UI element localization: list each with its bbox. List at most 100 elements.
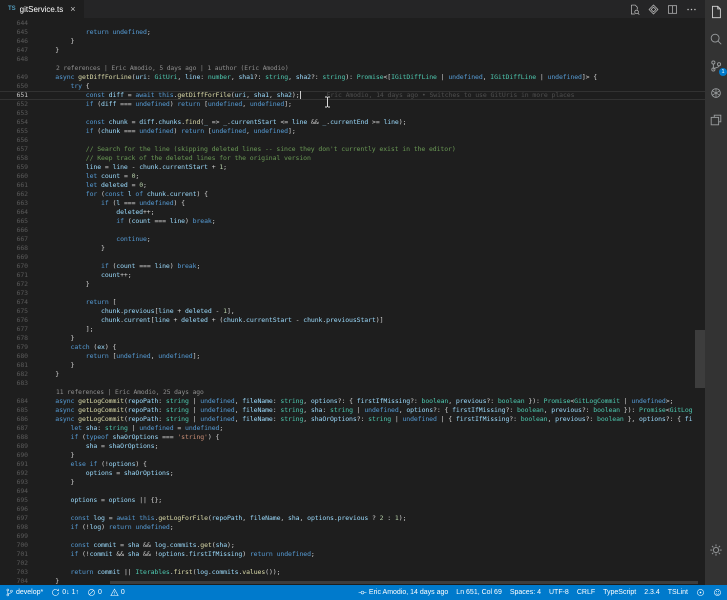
line-number[interactable]: 687 (0, 424, 32, 433)
code-line[interactable]: 675 chunk.previous[line + deleted - 1], (0, 307, 705, 316)
code-line[interactable]: 666 (0, 226, 705, 235)
code-line[interactable]: 703 return commit || Iterables.first(log… (0, 568, 705, 577)
debug-icon[interactable] (709, 86, 723, 100)
line-number[interactable]: 678 (0, 334, 32, 343)
line-number[interactable]: 661 (0, 181, 32, 190)
code-line[interactable]: 698 if (!log) return undefined; (0, 523, 705, 532)
code-line[interactable]: 670 if (count === line) break; (0, 262, 705, 271)
line-number[interactable]: 679 (0, 343, 32, 352)
search-icon[interactable] (709, 32, 723, 46)
line-number[interactable]: 703 (0, 568, 32, 577)
line-number[interactable]: 670 (0, 262, 32, 271)
code-line[interactable]: 660 let count = 0; (0, 172, 705, 181)
line-number[interactable]: 699 (0, 532, 32, 541)
extensions-icon[interactable] (709, 113, 723, 127)
code-line[interactable]: 677 ]; (0, 325, 705, 334)
code-line[interactable]: 690 } (0, 451, 705, 460)
statusbar-eol[interactable]: CRLF (577, 589, 595, 596)
statusbar-blame-annotation[interactable]: Eric Amodio, 14 days ago (358, 588, 448, 597)
line-number[interactable]: 702 (0, 559, 32, 568)
statusbar-tslint-status[interactable]: TSLint (668, 589, 688, 596)
statusbar-errors[interactable]: 0 (87, 588, 102, 597)
code-line[interactable]: 662 for (const l of chunk.current) { (0, 190, 705, 199)
line-number[interactable]: 649 (0, 73, 32, 82)
code-line[interactable]: 682 } (0, 370, 705, 379)
code-line[interactable]: 644 (0, 19, 705, 28)
line-number[interactable]: 671 (0, 271, 32, 280)
code-line[interactable]: 661 let deleted = 0; (0, 181, 705, 190)
code-line[interactable]: 678 } (0, 334, 705, 343)
code-line[interactable]: 702 (0, 559, 705, 568)
statusbar-warnings[interactable]: 0 (110, 588, 125, 597)
line-number[interactable]: 698 (0, 523, 32, 532)
code-line[interactable]: 681 } (0, 361, 705, 370)
line-number[interactable]: 676 (0, 316, 32, 325)
line-number[interactable]: 644 (0, 19, 32, 28)
line-number[interactable]: 657 (0, 145, 32, 154)
line-number[interactable]: 686 (0, 415, 32, 424)
code-line[interactable]: 665 if (count === line) break; (0, 217, 705, 226)
line-number[interactable]: 651 (0, 91, 32, 100)
source-control-icon[interactable]: 1 (709, 59, 727, 76)
code-line[interactable]: 673 (0, 289, 705, 298)
statusbar-indentation[interactable]: Spaces: 4 (510, 589, 541, 596)
line-number[interactable]: 660 (0, 172, 32, 181)
line-number[interactable]: 683 (0, 379, 32, 388)
line-number[interactable]: 653 (0, 109, 32, 118)
line-number[interactable]: 701 (0, 550, 32, 559)
statusbar-cursor-position[interactable]: Ln 651, Col 69 (456, 589, 502, 596)
codelens[interactable]: 11 references | Eric Amodio, 25 days ago (0, 388, 705, 397)
line-number[interactable]: 673 (0, 289, 32, 298)
codelens-text[interactable]: 11 references | Eric Amodio, 25 days ago (32, 388, 705, 397)
code-line[interactable]: 647 } (0, 46, 705, 55)
code-line[interactable]: 701 if (!commit && sha && !options.first… (0, 550, 705, 559)
code-editor[interactable]: 644 645 return undefined; 646 } 647 } 648 2 r… (0, 18, 705, 585)
code-line[interactable]: 653 (0, 109, 705, 118)
more-actions-icon[interactable] (686, 4, 697, 15)
gitlens-icon[interactable] (648, 4, 659, 15)
code-line[interactable]: 646 } (0, 37, 705, 46)
code-line[interactable]: 664 deleted++; (0, 208, 705, 217)
line-number[interactable]: 650 (0, 82, 32, 91)
settings-gear-icon[interactable] (709, 543, 723, 557)
split-editor-icon[interactable] (667, 4, 678, 15)
line-number[interactable]: 667 (0, 235, 32, 244)
code-line[interactable]: 669 (0, 253, 705, 262)
code-line[interactable]: 691 else if (!options) { (0, 460, 705, 469)
code-line[interactable]: 656 (0, 136, 705, 145)
code-line[interactable]: 693 } (0, 478, 705, 487)
line-number[interactable]: 693 (0, 478, 32, 487)
code-line[interactable]: 645 return undefined; (0, 28, 705, 37)
line-number[interactable]: 662 (0, 190, 32, 199)
code-line[interactable]: 688 if (typeof shaOrOptions === 'string'… (0, 433, 705, 442)
line-number[interactable]: 677 (0, 325, 32, 334)
code-line[interactable]: 696 (0, 505, 705, 514)
code-line[interactable]: 663 if (l === undefined) { (0, 199, 705, 208)
code-line[interactable]: 689 sha = shaOrOptions; (0, 442, 705, 451)
vertical-scrollbar-thumb[interactable] (695, 330, 705, 388)
code-line[interactable]: 692 options = shaOrOptions; (0, 469, 705, 478)
code-line[interactable]: 655 if (chunk === undefined) return [und… (0, 127, 705, 136)
statusbar-sync-status[interactable]: 0↓ 1↑ (51, 588, 79, 597)
code-line[interactable]: 685 async getLogCommit(repoPath: string … (0, 406, 705, 415)
close-icon[interactable]: × (70, 4, 75, 14)
line-number[interactable]: 675 (0, 307, 32, 316)
line-number[interactable]: 704 (0, 577, 32, 585)
line-number[interactable]: 690 (0, 451, 32, 460)
code-line[interactable]: 686 async getLogCommit(repoPath: string … (0, 415, 705, 424)
line-number[interactable]: 681 (0, 361, 32, 370)
line-number[interactable]: 656 (0, 136, 32, 145)
line-number[interactable]: 689 (0, 442, 32, 451)
code-line[interactable]: 671 count++; (0, 271, 705, 280)
code-line[interactable]: 649 async getDiffForLine(uri: GitUri, li… (0, 73, 705, 82)
line-number[interactable]: 680 (0, 352, 32, 361)
line-number[interactable]: 695 (0, 496, 32, 505)
line-number[interactable]: 691 (0, 460, 32, 469)
line-number[interactable]: 659 (0, 163, 32, 172)
statusbar-ts-version[interactable]: 2.3.4 (644, 589, 660, 596)
code-line[interactable]: 658 // Keep track of the deleted lines f… (0, 154, 705, 163)
code-line[interactable]: 699 (0, 532, 705, 541)
code-line[interactable]: 676 chunk.current[line + deleted + (chun… (0, 316, 705, 325)
line-number[interactable]: 655 (0, 127, 32, 136)
line-number[interactable]: 696 (0, 505, 32, 514)
